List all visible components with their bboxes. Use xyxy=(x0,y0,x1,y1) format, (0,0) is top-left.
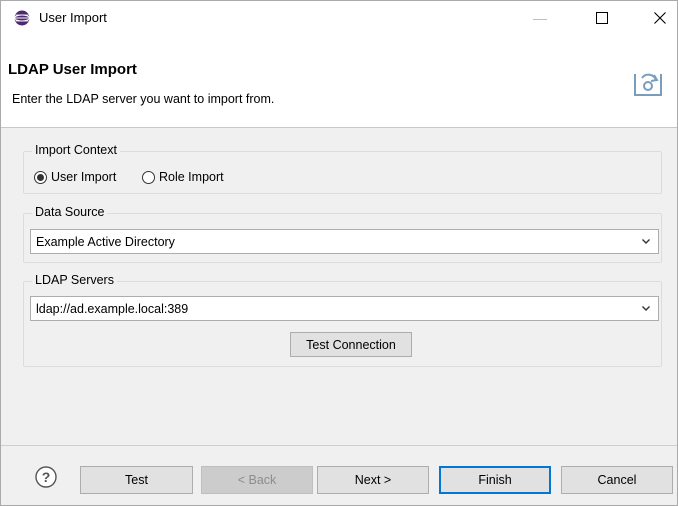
help-icon[interactable]: ? xyxy=(35,466,57,488)
title-bar: User Import — xyxy=(1,1,677,35)
radio-unselected-icon xyxy=(142,170,155,184)
user-import-radio[interactable]: User Import xyxy=(34,170,116,184)
test-connection-button[interactable]: Test Connection xyxy=(290,332,412,357)
finish-button[interactable]: Finish xyxy=(439,466,551,494)
next-button[interactable]: Next > xyxy=(317,466,429,494)
import-context-label: Import Context xyxy=(32,143,120,157)
ldap-server-value: ldap://ad.example.local:389 xyxy=(36,301,189,316)
ldap-servers-group: LDAP Servers ldap://ad.example.local:389… xyxy=(23,273,662,367)
page-title: LDAP User Import xyxy=(8,61,137,78)
chevron-down-icon xyxy=(642,239,650,244)
user-import-dialog: User Import — LDAP User Import Enter the… xyxy=(0,0,678,506)
ldap-servers-label: LDAP Servers xyxy=(32,273,117,287)
cancel-button[interactable]: Cancel xyxy=(561,466,673,494)
chevron-down-icon xyxy=(642,306,650,311)
role-import-radio-label: Role Import xyxy=(159,170,224,184)
back-button[interactable]: < Back xyxy=(201,466,313,494)
maximize-icon xyxy=(596,12,608,24)
minimize-icon: — xyxy=(533,10,547,26)
page-description: Enter the LDAP server you want to import… xyxy=(12,92,275,106)
svg-text:?: ? xyxy=(42,469,51,485)
test-button[interactable]: Test xyxy=(80,466,193,494)
data-source-label: Data Source xyxy=(32,205,108,219)
role-import-radio[interactable]: Role Import xyxy=(142,170,224,184)
user-import-radio-label: User Import xyxy=(51,170,117,184)
window-title: User Import xyxy=(39,10,107,25)
minimize-button[interactable]: — xyxy=(517,1,563,35)
data-source-select[interactable]: Example Active Directory xyxy=(30,229,659,254)
wizard-header: LDAP User Import Enter the LDAP server y… xyxy=(1,35,677,128)
radio-selected-icon xyxy=(34,170,47,184)
import-wizard-icon xyxy=(634,67,662,96)
close-icon xyxy=(654,12,666,24)
import-context-group: Import Context User Import Role Import xyxy=(23,143,662,194)
app-globe-icon xyxy=(14,10,30,26)
data-source-group: Data Source Example Active Directory xyxy=(23,205,662,263)
maximize-button[interactable] xyxy=(579,1,625,35)
close-button[interactable] xyxy=(637,1,678,35)
footer-divider xyxy=(1,445,677,446)
ldap-server-select[interactable]: ldap://ad.example.local:389 xyxy=(30,296,659,321)
data-source-value: Example Active Directory xyxy=(36,234,175,249)
